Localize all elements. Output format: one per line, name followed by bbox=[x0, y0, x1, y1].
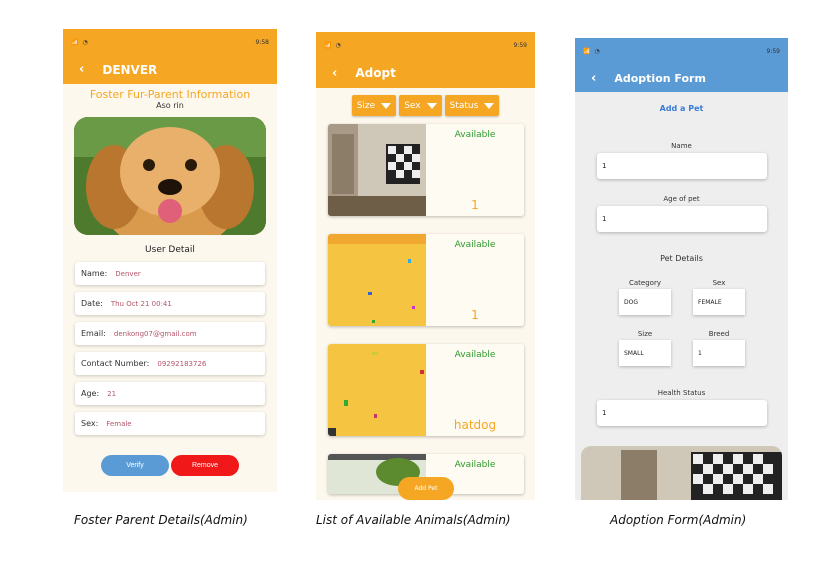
user-detail-fields: Name: Denver Date: Thu Oct 21 00:41 Email:… bbox=[63, 262, 277, 435]
back-arrow-icon[interactable]: ‹ bbox=[591, 71, 596, 86]
remove-button[interactable]: Remove bbox=[171, 455, 239, 476]
wifi-icon: ◔ bbox=[335, 41, 341, 49]
room-image bbox=[328, 124, 426, 216]
size-filter-dropdown[interactable]: Size bbox=[351, 95, 397, 116]
pet-photo bbox=[74, 117, 266, 235]
name-field: Name: Denver bbox=[75, 262, 265, 285]
app-bar-title: Adoption Form bbox=[614, 71, 706, 85]
puppy-image bbox=[74, 117, 266, 235]
caption-available-animals: List of Available Animals(Admin) bbox=[316, 513, 511, 527]
status-time: 9:58 bbox=[255, 38, 269, 46]
sex-label: Sex bbox=[712, 279, 726, 287]
status-bar: 📶 ◔ 9:59 bbox=[316, 32, 535, 58]
age-input[interactable]: 1 bbox=[597, 206, 767, 232]
caption-foster-parent: Foster Parent Details(Admin) bbox=[74, 513, 248, 527]
filter-bar: Size Sex Status bbox=[316, 95, 535, 116]
verify-button[interactable]: Verify bbox=[101, 455, 169, 476]
pet-details-label: Pet Details bbox=[660, 254, 703, 263]
animal-photo bbox=[328, 234, 426, 326]
wifi-icon: ◔ bbox=[82, 38, 88, 46]
status-time: 9:59 bbox=[766, 47, 780, 55]
size-label: Size bbox=[637, 330, 653, 338]
category-label: Category bbox=[629, 279, 661, 287]
availability-status: Available bbox=[454, 350, 496, 360]
animal-card[interactable]: Available 1 bbox=[328, 234, 524, 326]
animal-name: 1 bbox=[471, 198, 479, 212]
animal-card[interactable]: Available hatdog bbox=[328, 344, 524, 436]
foster-parent-details-screen: 📶 ◔ 9:58 ‹ DENVER Foster Fur-Parent Infor… bbox=[63, 29, 277, 492]
size-select[interactable]: SMALL bbox=[619, 340, 671, 366]
contact-number-field: Contact Number: 09292183726 bbox=[75, 352, 265, 375]
caption-adoption-form: Adoption Form(Admin) bbox=[610, 513, 747, 527]
status-bar: 📶 ◔ 9:58 bbox=[63, 29, 277, 55]
email-field: Email: denkong07@gmail.com bbox=[75, 322, 265, 345]
room-image bbox=[581, 446, 782, 500]
age-label: Age of pet bbox=[663, 195, 700, 203]
user-detail-label: User Detail bbox=[145, 245, 195, 255]
dropdown-arrow-icon bbox=[426, 102, 437, 109]
back-arrow-icon[interactable]: ‹ bbox=[79, 62, 84, 77]
date-field: Date: Thu Oct 21 00:41 bbox=[75, 292, 265, 315]
sex-filter-dropdown[interactable]: Sex bbox=[399, 95, 442, 116]
status-filter-dropdown[interactable]: Status bbox=[444, 95, 500, 116]
age-field: Age: 21 bbox=[75, 382, 265, 405]
page-subheading: Aso rin bbox=[156, 101, 184, 110]
sex-select[interactable]: FEMALE bbox=[693, 289, 745, 315]
availability-status: Available bbox=[454, 240, 496, 250]
app-bar: ‹ Adopt bbox=[316, 58, 535, 88]
name-label: Name bbox=[671, 142, 692, 150]
yellow-pattern-image bbox=[328, 234, 426, 326]
app-bar: ‹ DENVER bbox=[63, 55, 277, 84]
page-heading: Foster Fur-Parent Information bbox=[89, 88, 251, 101]
app-bar-title: Adopt bbox=[355, 66, 396, 80]
sex-field: Sex: Female bbox=[75, 412, 265, 435]
animal-photo bbox=[328, 344, 426, 436]
available-animals-screen: 📶 ◔ 9:59 ‹ Adopt Size Sex Status Availabl bbox=[316, 32, 535, 500]
availability-status: Available bbox=[454, 460, 496, 470]
signal-icon: 📶 bbox=[71, 38, 79, 46]
adoption-form-screen: 📶 ◔ 9:59 ‹ Adoption Form Add a Pet Name 1… bbox=[575, 38, 788, 500]
animal-card[interactable]: Available 1 bbox=[328, 124, 524, 216]
yellow-pattern-image bbox=[328, 344, 426, 436]
breed-label: Breed bbox=[708, 330, 730, 338]
dropdown-arrow-icon bbox=[484, 102, 495, 109]
form-section-title: Add a Pet bbox=[659, 104, 704, 113]
status-time: 9:59 bbox=[513, 41, 527, 49]
wifi-icon: ◔ bbox=[594, 47, 600, 55]
animal-name: hatdog bbox=[453, 418, 497, 432]
name-input[interactable]: 1 bbox=[597, 153, 767, 179]
breed-input[interactable]: 1 bbox=[693, 340, 745, 366]
add-pet-button[interactable]: Add Pet bbox=[398, 477, 454, 500]
app-bar-title: DENVER bbox=[102, 62, 158, 77]
animal-photo bbox=[328, 124, 426, 216]
status-bar: 📶 ◔ 9:59 bbox=[575, 38, 788, 64]
app-bar: ‹ Adoption Form bbox=[575, 64, 788, 92]
health-status-label: Health Status bbox=[657, 389, 706, 397]
signal-icon: 📶 bbox=[324, 41, 332, 49]
category-select[interactable]: DOG bbox=[619, 289, 671, 315]
availability-status: Available bbox=[454, 130, 496, 140]
signal-icon: 📶 bbox=[583, 47, 591, 55]
dropdown-arrow-icon bbox=[381, 102, 392, 109]
animal-name: 1 bbox=[471, 308, 479, 322]
health-status-input[interactable]: 1 bbox=[597, 400, 767, 426]
action-buttons: Verify Remove bbox=[63, 455, 277, 476]
back-arrow-icon[interactable]: ‹ bbox=[332, 66, 337, 81]
pet-photo-preview bbox=[581, 446, 782, 500]
